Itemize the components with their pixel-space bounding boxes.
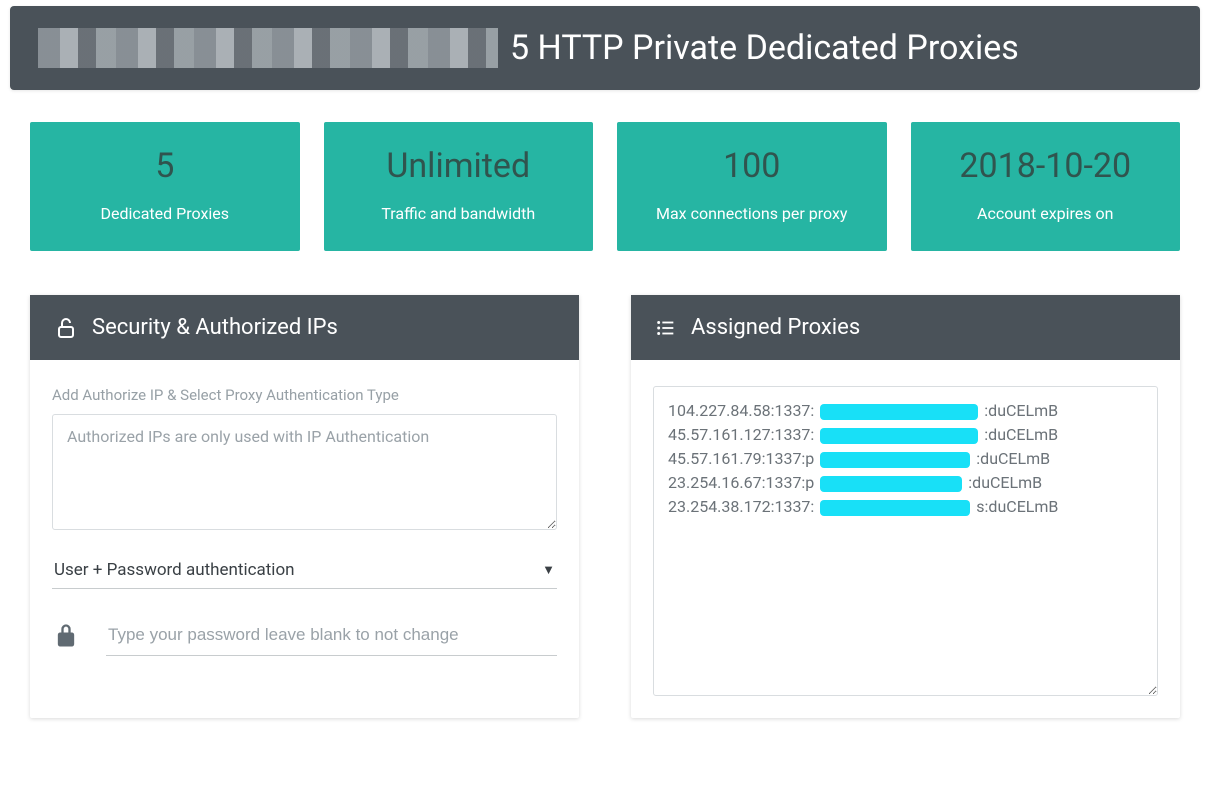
proxy-line-suffix: s:duCELmB	[976, 497, 1058, 516]
lock-open-icon	[54, 316, 78, 340]
security-panel-header: Security & Authorized IPs	[30, 295, 579, 360]
stat-value: 5	[40, 146, 290, 186]
stat-label: Traffic and bandwidth	[334, 204, 584, 223]
assigned-proxies-header: Assigned Proxies	[631, 295, 1180, 360]
panels-row: Security & Authorized IPs Add Authorize …	[30, 295, 1180, 718]
stat-value: Unlimited	[334, 146, 584, 186]
redacted-segment	[820, 500, 970, 516]
authorize-ip-label: Add Authorize IP & Select Proxy Authenti…	[52, 386, 557, 404]
stat-card-traffic: Unlimited Traffic and bandwidth	[324, 122, 594, 251]
proxy-line-prefix: 104.227.84.58:1337:	[668, 401, 814, 420]
stat-card-dedicated-proxies: 5 Dedicated Proxies	[30, 122, 300, 251]
auth-type-value: User + Password authentication	[54, 560, 295, 580]
security-panel: Security & Authorized IPs Add Authorize …	[30, 295, 579, 718]
page-title-bar: 5 HTTP Private Dedicated Proxies	[10, 6, 1200, 90]
redacted-segment	[820, 404, 978, 420]
stat-label: Max connections per proxy	[627, 204, 877, 223]
proxy-line: 23.254.16.67:1337:p :duCELmB	[668, 471, 1143, 495]
lock-icon	[52, 622, 80, 650]
list-icon	[655, 317, 677, 339]
chevron-down-icon: ▼	[542, 562, 555, 578]
stat-value: 100	[627, 146, 877, 186]
proxy-line-suffix: :duCELmB	[976, 449, 1050, 468]
redacted-segment	[820, 452, 970, 468]
proxy-line: 104.227.84.58:1337: :duCELmB	[668, 399, 1143, 423]
proxy-line-prefix: 45.57.161.127:1337:	[668, 425, 814, 444]
proxy-line-prefix: 45.57.161.79:1337:p	[668, 449, 814, 468]
assigned-proxies-panel: Assigned Proxies 104.227.84.58:1337::duC…	[631, 295, 1180, 718]
proxy-line-suffix: :duCELmB	[984, 401, 1058, 420]
auth-type-select[interactable]: User + Password authentication ▼	[52, 552, 557, 589]
stat-label: Account expires on	[921, 204, 1171, 223]
security-panel-body: Add Authorize IP & Select Proxy Authenti…	[30, 360, 579, 718]
stat-card-account-expires: 2018-10-20 Account expires on	[911, 122, 1181, 251]
stats-row: 5 Dedicated Proxies Unlimited Traffic an…	[30, 122, 1180, 251]
stat-label: Dedicated Proxies	[40, 204, 290, 223]
redacted-segment	[820, 428, 978, 444]
assigned-proxies-body: 104.227.84.58:1337::duCELmB45.57.161.127…	[631, 360, 1180, 718]
proxy-line: 45.57.161.79:1337:p :duCELmB	[668, 447, 1143, 471]
proxy-line-prefix: 23.254.16.67:1337:p	[668, 473, 814, 492]
redacted-segment	[820, 476, 962, 492]
proxy-line-prefix: 23.254.38.172:1337:	[668, 497, 814, 516]
proxy-line: 45.57.161.127:1337: :duCELmB	[668, 423, 1143, 447]
authorized-ips-textarea[interactable]	[52, 414, 557, 530]
proxy-line-suffix: :duCELmB	[968, 473, 1042, 492]
stat-value: 2018-10-20	[921, 146, 1171, 186]
assigned-proxies-textarea[interactable]: 104.227.84.58:1337::duCELmB45.57.161.127…	[653, 386, 1158, 696]
password-row	[52, 615, 557, 656]
proxy-line-suffix: :duCELmB	[984, 425, 1058, 444]
password-input[interactable]	[106, 615, 557, 656]
assigned-proxies-title: Assigned Proxies	[691, 315, 860, 340]
proxy-line: 23.254.38.172:1337: s:duCELmB	[668, 495, 1143, 519]
page-title: 5 HTTP Private Dedicated Proxies	[510, 28, 1019, 68]
security-panel-title: Security & Authorized IPs	[92, 315, 338, 340]
stat-card-max-connections: 100 Max connections per proxy	[617, 122, 887, 251]
redacted-header-segment	[38, 28, 498, 68]
